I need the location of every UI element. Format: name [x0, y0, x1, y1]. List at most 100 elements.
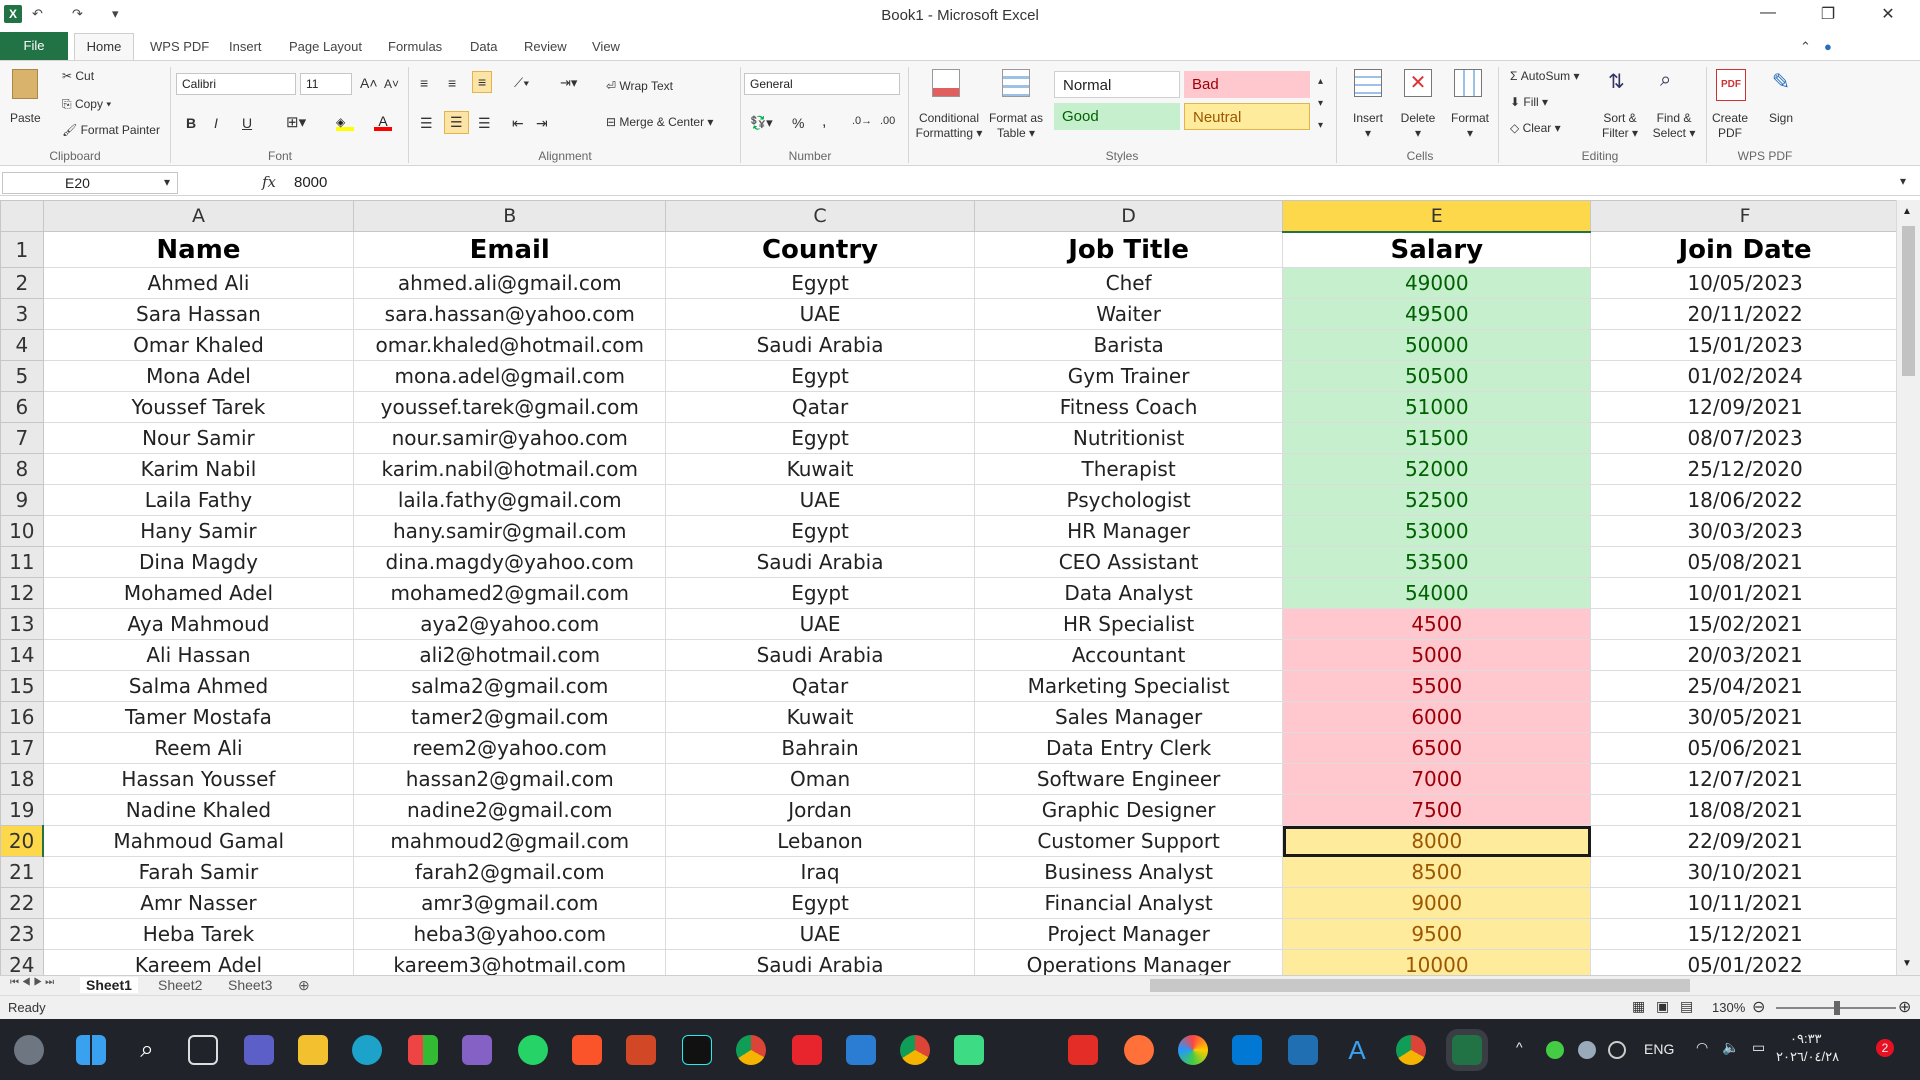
row-header[interactable]: 6: [0, 391, 44, 423]
insert-cells-icon[interactable]: [1354, 69, 1382, 97]
visual-studio-icon[interactable]: [462, 1035, 492, 1065]
row-header[interactable]: 23: [0, 918, 44, 950]
font-name-select[interactable]: Calibri: [176, 73, 296, 95]
row-header[interactable]: 7: [0, 422, 44, 454]
italic-button[interactable]: I: [214, 115, 218, 131]
column-header[interactable]: C: [665, 200, 975, 232]
task-view-icon[interactable]: [188, 1035, 218, 1065]
sort-filter-button[interactable]: Sort & Filter ▾: [1596, 111, 1644, 141]
cell-date[interactable]: 18/08/2021: [1590, 794, 1900, 826]
cell-date[interactable]: 15/01/2023: [1590, 329, 1900, 361]
cell-name[interactable]: Hany Samir: [42, 515, 355, 547]
tab-data[interactable]: Data: [470, 39, 497, 54]
cell-date[interactable]: 01/02/2024: [1590, 360, 1900, 392]
battery-icon[interactable]: ▭: [1752, 1039, 1765, 1056]
start-icon[interactable]: [76, 1035, 106, 1065]
cell-job[interactable]: Nutritionist: [973, 422, 1284, 454]
cell-date[interactable]: 22/09/2021: [1590, 825, 1900, 857]
fx-icon[interactable]: fx: [262, 173, 276, 191]
increase-decimal-button[interactable]: .0→: [852, 115, 872, 127]
cell-date[interactable]: 18/06/2022: [1590, 484, 1900, 516]
cell-salary[interactable]: 51500: [1282, 422, 1592, 454]
column-header[interactable]: F: [1590, 200, 1900, 232]
help-icon[interactable]: ●: [1824, 39, 1832, 54]
row-header[interactable]: 11: [0, 546, 44, 578]
cell-country[interactable]: UAE: [665, 918, 975, 950]
copy-button[interactable]: ⎘ Copy ▾: [62, 97, 111, 112]
row-header[interactable]: 21: [0, 856, 44, 888]
format-cells-button[interactable]: Format ▾: [1446, 111, 1494, 141]
tab-review[interactable]: Review: [524, 39, 567, 54]
whatsapp-icon[interactable]: [518, 1035, 548, 1065]
cell-country[interactable]: Egypt: [665, 360, 975, 392]
align-center-button[interactable]: ☰: [444, 111, 469, 134]
cell-salary[interactable]: 54000: [1282, 577, 1592, 609]
chrome-icon[interactable]: [736, 1035, 766, 1065]
cell-email[interactable]: mohamed2@gmail.com: [353, 577, 667, 609]
sheet-tab-sheet2[interactable]: Sheet2: [152, 977, 208, 993]
font-color-icon[interactable]: A: [374, 113, 392, 131]
row-header[interactable]: 20: [0, 825, 45, 857]
orientation-button[interactable]: ⟋▾: [514, 75, 529, 91]
row-header[interactable]: 3: [0, 298, 44, 330]
number-format-select[interactable]: General: [744, 73, 900, 95]
cell-date[interactable]: 25/04/2021: [1590, 670, 1900, 702]
style-good[interactable]: Good: [1054, 103, 1180, 130]
cell-email[interactable]: mahmoud2@gmail.com: [353, 825, 667, 857]
row-header[interactable]: 4: [0, 329, 44, 361]
cell-email[interactable]: mona.adel@gmail.com: [353, 360, 667, 392]
row-header[interactable]: 12: [0, 577, 44, 609]
row-header[interactable]: 10: [0, 515, 44, 547]
row-header[interactable]: 9: [0, 484, 44, 516]
remote-app-icon[interactable]: [1288, 1035, 1318, 1065]
shrink-font-button[interactable]: A˅: [384, 77, 399, 91]
cell-name[interactable]: Karim Nabil: [42, 453, 355, 485]
format-as-table-icon[interactable]: [1002, 69, 1030, 97]
binoculars-icon[interactable]: ⌕: [1660, 69, 1688, 97]
search-icon[interactable]: ⌕: [132, 1035, 162, 1065]
zoom-out-icon[interactable]: ⊖: [1752, 997, 1765, 1017]
cell-date[interactable]: 12/09/2021: [1590, 391, 1900, 423]
cell-country[interactable]: Qatar: [665, 670, 975, 702]
cell-job[interactable]: Operations Manager: [973, 949, 1284, 975]
fill-button[interactable]: ⬇ Fill ▾: [1510, 95, 1548, 109]
cell-job[interactable]: Software Engineer: [973, 763, 1284, 795]
cell-job[interactable]: Financial Analyst: [973, 887, 1284, 919]
styles-scroll-icon[interactable]: ▴ ▾ ▾: [1318, 71, 1323, 137]
zoom-level[interactable]: 130%: [1712, 1000, 1745, 1015]
firefox-icon[interactable]: [1124, 1035, 1154, 1065]
cell-email[interactable]: heba3@yahoo.com: [353, 918, 667, 950]
cell-job[interactable]: Waiter: [973, 298, 1284, 330]
cell-job[interactable]: Data Analyst: [973, 577, 1284, 609]
cell-country[interactable]: Kuwait: [665, 701, 975, 733]
cell-name[interactable]: Omar Khaled: [42, 329, 355, 361]
cell-job[interactable]: Fitness Coach: [973, 391, 1284, 423]
increase-indent-button[interactable]: ⇥: [536, 115, 548, 132]
insert-cells-button[interactable]: Insert ▾: [1346, 111, 1390, 141]
cell-name[interactable]: Mona Adel: [42, 360, 355, 392]
file-explorer-icon[interactable]: [298, 1035, 328, 1065]
cell-country[interactable]: Iraq: [665, 856, 975, 888]
cell-salary[interactable]: 5500: [1282, 670, 1592, 702]
colorful-app-icon[interactable]: [1178, 1035, 1208, 1065]
cell-email[interactable]: tamer2@gmail.com: [353, 701, 667, 733]
acrobat-icon[interactable]: [1068, 1035, 1098, 1065]
style-neutral[interactable]: Neutral: [1184, 103, 1310, 130]
cell-email[interactable]: laila.fathy@gmail.com: [353, 484, 667, 516]
cell-salary[interactable]: 6000: [1282, 701, 1592, 733]
cell-name[interactable]: Aya Mahmoud: [42, 608, 355, 640]
cell-salary[interactable]: 9500: [1282, 918, 1592, 950]
font-size-select[interactable]: 11: [300, 73, 352, 95]
cell-email[interactable]: salma2@gmail.com: [353, 670, 667, 702]
cell[interactable]: Salary: [1282, 231, 1592, 268]
cell-name[interactable]: Heba Tarek: [42, 918, 355, 950]
tab-formulas[interactable]: Formulas: [388, 39, 442, 54]
zoom-in-icon[interactable]: ⊕: [1898, 997, 1911, 1017]
select-all-corner[interactable]: [0, 200, 44, 232]
tab-file[interactable]: File: [0, 32, 68, 60]
cell-country[interactable]: Saudi Arabia: [665, 949, 975, 975]
row-header[interactable]: 17: [0, 732, 44, 764]
align-left-button[interactable]: ☰: [420, 115, 433, 132]
tab-insert[interactable]: Insert: [229, 39, 262, 54]
cut-button[interactable]: ✂ Cut: [62, 69, 94, 83]
